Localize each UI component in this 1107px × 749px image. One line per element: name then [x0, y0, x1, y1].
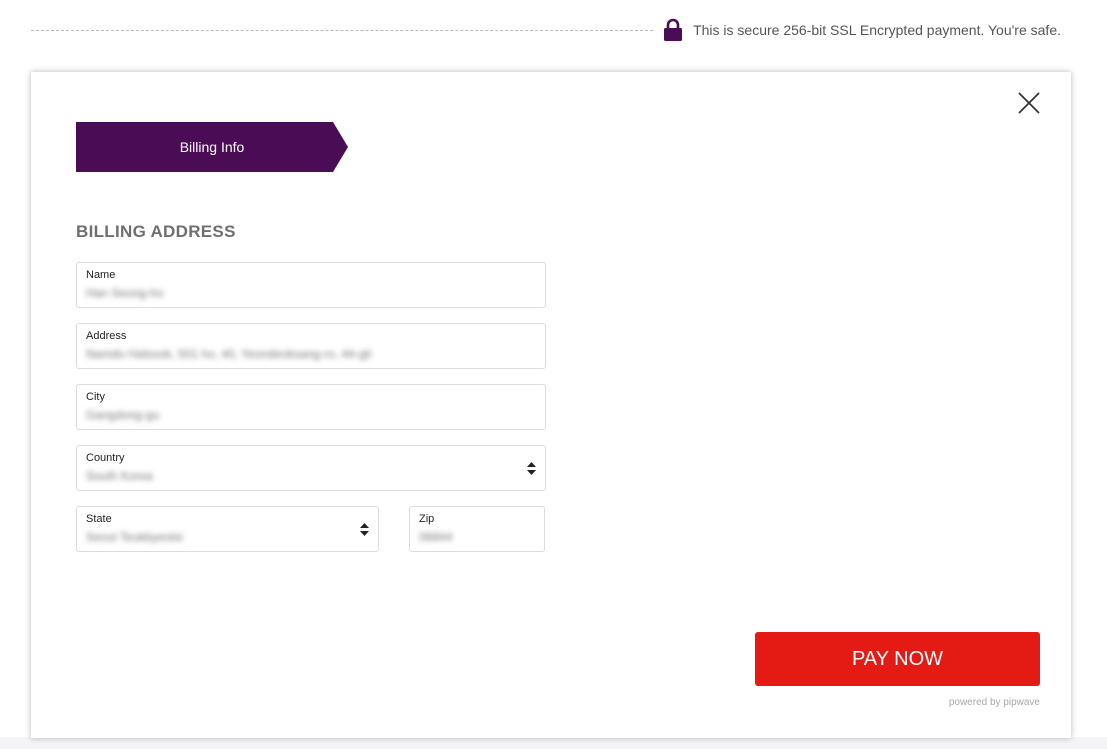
address-label: Address — [86, 330, 127, 342]
step-tab-billing-info[interactable]: Billing Info — [76, 122, 348, 172]
zip-label: Zip — [419, 513, 435, 525]
state-label: State — [86, 513, 112, 525]
security-notice: This is secure 256-bit SSL Encrypted pay… — [31, 17, 1061, 43]
city-field[interactable]: City Gangdong-gu — [76, 384, 546, 430]
country-label: Country — [86, 452, 125, 464]
close-icon[interactable] — [1017, 91, 1041, 115]
country-select[interactable]: Country South Korea — [76, 445, 546, 491]
address-field[interactable]: Address Namdo Halsook, 501 ho, 40, Yeond… — [76, 323, 546, 369]
state-select[interactable]: State Seoul Teukbyeolsi — [76, 506, 379, 552]
billing-modal: Billing Info BILLING ADDRESS Name Han Se… — [31, 72, 1071, 738]
dashed-divider — [31, 29, 654, 31]
city-value: Gangdong-gu — [86, 408, 160, 422]
state-value: Seoul Teukbyeolsi — [86, 530, 183, 544]
name-value: Han Seong-ho — [86, 286, 164, 300]
name-field[interactable]: Name Han Seong-ho — [76, 262, 546, 308]
page-bottom-strip — [0, 737, 1107, 749]
powered-by-text: powered by pipwave — [948, 697, 1040, 708]
zip-value: 06844 — [419, 530, 453, 544]
step-tab-label: Billing Info — [179, 139, 245, 155]
city-label: City — [86, 391, 105, 403]
select-arrows-icon — [360, 523, 369, 536]
zip-field[interactable]: Zip 06844 — [409, 506, 545, 552]
select-arrows-icon — [527, 462, 536, 475]
security-text: This is secure 256-bit SSL Encrypted pay… — [693, 22, 1061, 38]
lock-icon — [664, 18, 683, 41]
pay-now-button[interactable]: PAY NOW — [755, 632, 1040, 686]
section-title: BILLING ADDRESS — [76, 222, 236, 241]
address-value: Namdo Halsook, 501 ho, 40, Yeondeoksang-… — [86, 347, 371, 361]
name-label: Name — [86, 269, 116, 281]
country-value: South Korea — [86, 469, 153, 483]
